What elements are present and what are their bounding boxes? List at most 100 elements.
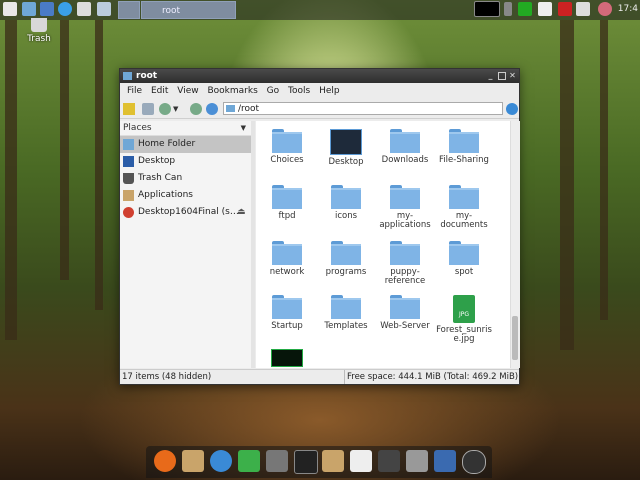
mixer-icon[interactable] [406,450,428,472]
text-editor-icon[interactable] [350,450,372,472]
forward-icon[interactable] [190,103,202,115]
sidebar-item-label: Trash Can [138,173,183,183]
file-item[interactable]: my- documents [433,185,495,230]
file-item[interactable]: Downloads [374,129,436,165]
desktop-icon [123,156,134,167]
folder-icon[interactable] [40,2,54,16]
file-item[interactable]: Desktop [315,129,377,167]
warning-icon[interactable] [123,103,135,115]
file-item[interactable]: my- applications [374,185,436,230]
clock[interactable]: 17:4 [618,4,638,14]
settings-icon[interactable] [378,450,400,472]
file-item[interactable]: programs [315,241,377,277]
folder-icon [449,185,479,209]
volume-icon[interactable] [576,2,590,16]
firewall-icon[interactable] [558,2,572,16]
tree-trunk [600,20,608,320]
file-item[interactable]: spot [433,241,495,277]
sidebar-item-trash-can[interactable]: Trash Can [120,170,251,187]
toolbar: ▼ /root [120,100,519,119]
top-panel: root 17:4 [0,0,640,20]
cpu-monitor-icon [474,1,500,17]
file-item[interactable]: ftpd [256,185,318,221]
location-bar[interactable]: /root [223,102,503,115]
pane-splitter[interactable] [251,121,255,368]
places-header[interactable]: Places ▼ [120,121,251,136]
file-item-label: my- documents [440,211,488,230]
window-title: root [136,71,158,81]
network-icon[interactable] [518,2,532,16]
back-icon[interactable] [159,103,171,115]
folder-icon [390,129,420,153]
browser-icon[interactable] [58,2,72,16]
penguin-menu-icon[interactable] [3,2,17,16]
file-item[interactable]: network [256,241,318,277]
eject-icon[interactable]: ⏏ [237,207,248,217]
task-button[interactable] [118,1,140,19]
go-icon[interactable] [506,103,518,115]
menu-go[interactable]: Go [267,86,279,96]
file-item-label: Templates [324,321,368,331]
trash-label: Trash [27,34,51,44]
file-manager-window: root _ ✕ File Edit View Bookmarks Go Too… [119,68,520,385]
desktop-folder-icon [330,129,362,155]
status-bar: 17 items (48 hidden) Free space: 444.1 M… [120,369,519,384]
menu-edit[interactable]: Edit [151,86,168,96]
minimize-button[interactable]: _ [486,71,495,80]
sidebar-item-drive[interactable]: Desktop1604Final (s… ⏏ [120,204,251,221]
scrollbar-thumb[interactable] [512,316,518,360]
menu-tools[interactable]: Tools [288,86,310,96]
file-item-label: Startup [271,321,303,331]
vertical-scrollbar[interactable] [510,121,520,368]
drive-icon [123,207,134,218]
file-item[interactable]: Web-Server [374,295,436,331]
sd-card-icon[interactable] [504,2,512,16]
tree-trunk [5,20,17,340]
jpg-file-icon: JPG [453,295,475,323]
window-titlebar[interactable]: root _ ✕ [120,69,519,83]
file-item[interactable]: JPG Forest_sunris e.jpg [433,295,495,344]
sidebar-item-label: Desktop [138,156,176,166]
home-folder-icon[interactable] [182,450,204,472]
power-icon[interactable] [462,450,486,474]
menu-view[interactable]: View [177,86,198,96]
menu-bookmarks[interactable]: Bookmarks [207,86,257,96]
file-item[interactable]: Startup [256,295,318,331]
files-icon[interactable] [77,2,91,16]
file-item[interactable]: Choices [256,129,318,165]
update-icon[interactable] [598,2,612,16]
sidebar-item-desktop[interactable]: Desktop [120,153,251,170]
clipboard-icon[interactable] [538,2,552,16]
menu-help[interactable]: Help [319,86,340,96]
chevron-down-icon[interactable]: ▼ [241,121,246,135]
home-icon[interactable] [22,2,36,16]
file-item[interactable]: icons [315,185,377,221]
document-icon[interactable] [238,450,260,472]
file-item-label: File-Sharing [439,155,489,165]
terminal-icon[interactable] [294,450,318,474]
sidebar-item-home-folder[interactable]: Home Folder [120,136,251,153]
file-item[interactable]: File-Sharing [433,129,495,165]
chevron-down-icon[interactable]: ▼ [173,103,181,115]
folder-icon [226,105,235,112]
applications-icon [123,190,134,201]
menu-file[interactable]: File [127,86,142,96]
mail-icon[interactable] [210,450,232,472]
maximize-button[interactable] [498,72,506,80]
file-item[interactable]: puppy- reference [374,241,436,286]
file-item-label: icons [334,211,358,221]
drive-mount-icon[interactable] [434,450,456,472]
firefox-icon[interactable] [154,450,176,472]
new-tab-icon[interactable] [142,103,154,115]
sidebar-item-applications[interactable]: Applications [120,187,251,204]
screen-icon[interactable] [97,2,111,16]
package-icon[interactable] [322,450,344,472]
file-item[interactable] [256,349,318,368]
desktop-trash[interactable]: Trash [22,18,56,44]
file-item[interactable]: Templates [315,295,377,331]
close-button[interactable]: ✕ [508,71,517,80]
up-icon[interactable] [206,103,218,115]
gimp-icon[interactable] [266,450,288,472]
taskbar-task-root[interactable]: root [141,1,236,19]
folder-icon [449,241,479,265]
